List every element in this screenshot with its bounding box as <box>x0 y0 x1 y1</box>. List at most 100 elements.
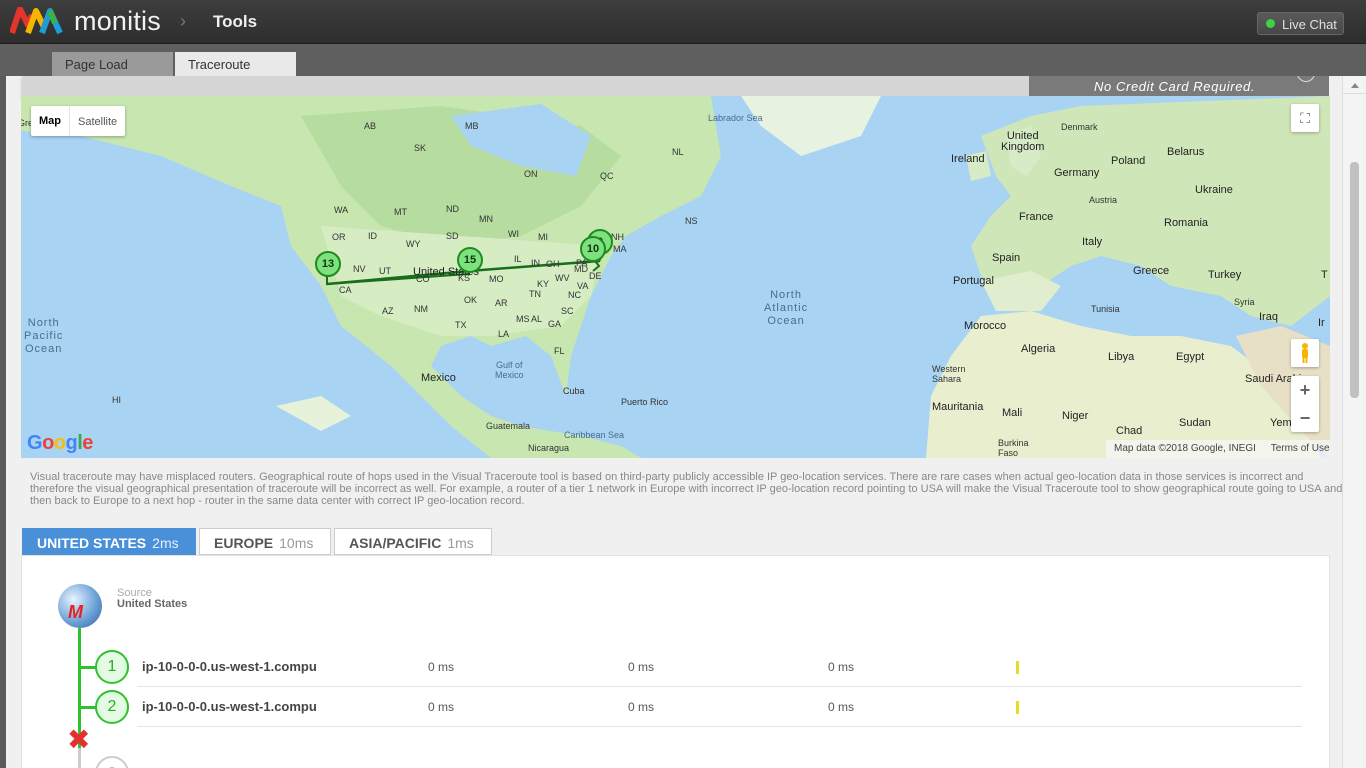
source-globe-icon: M <box>58 584 102 628</box>
map-label: Mauritania <box>932 401 984 413</box>
map-label: KS <box>458 273 471 283</box>
hop-marker[interactable]: 15 <box>457 247 483 273</box>
map-label: Greece <box>1133 265 1170 277</box>
google-logo: Google <box>27 432 93 455</box>
tab-traceroute[interactable]: Traceroute <box>175 52 296 76</box>
map-label: WI <box>508 229 519 239</box>
failed-hop-icon: ✖ <box>67 724 91 755</box>
map-label: OR <box>332 232 346 242</box>
map-label: NM <box>414 304 428 314</box>
tab-europe[interactable]: EUROPE 10ms <box>199 528 331 555</box>
hop-time-1: 0 ms <box>428 700 455 714</box>
tab-label: UNITED STATES <box>37 535 147 551</box>
live-chat-button[interactable]: Live Chat <box>1257 12 1344 35</box>
map-label: MN <box>479 214 493 224</box>
source-value: United States <box>117 598 188 610</box>
map-label: Spain <box>992 252 1021 264</box>
hop-host[interactable]: ip-10-0-0-0.us-west-1.compu <box>142 659 317 674</box>
zoom-in-button[interactable]: + <box>1291 376 1319 404</box>
google-logo-letter: g <box>65 432 78 454</box>
google-logo-letter: G <box>27 432 43 454</box>
map-label: Puerto Rico <box>621 397 669 407</box>
hop-number: 1 <box>95 650 129 684</box>
map-label: SC <box>561 306 574 316</box>
map-label: WY <box>406 239 421 249</box>
map-label: ON <box>524 169 538 179</box>
map-label: Algeria <box>1021 343 1056 355</box>
map-label: North Atlantic Ocean <box>764 289 809 327</box>
map-label: TN <box>529 289 541 299</box>
map-label: SD <box>446 231 459 241</box>
terms-of-use-link[interactable]: Terms of Use <box>1271 443 1330 454</box>
source-logo-text: M <box>68 602 83 622</box>
map-type-control: Map Satellite <box>31 106 126 136</box>
map-label: TX <box>455 320 467 330</box>
tab-label: ASIA/PACIFIC <box>349 535 442 551</box>
latency-bar <box>1016 661 1019 674</box>
map-label: North Pacific Ocean <box>24 317 64 355</box>
map-label: Belarus <box>1167 146 1205 158</box>
map-label: KY <box>537 279 550 289</box>
table-row: 1 ip-10-0-0-0.us-west-1.compu 0 ms 0 ms … <box>22 647 1331 687</box>
promo-banner: No Credit Card Required. <box>1029 76 1329 96</box>
map-label: AL <box>531 314 543 324</box>
hop-time-2: 0 ms <box>628 700 655 714</box>
map-type-satellite-button[interactable]: Satellite <box>69 106 125 136</box>
map-label: FL <box>554 346 565 356</box>
map-label: MS <box>516 314 530 324</box>
tab-latency: 2ms <box>152 535 179 551</box>
map-label: Ireland <box>951 153 985 165</box>
brand-name[interactable]: monitis <box>74 6 161 37</box>
map-type-map-button[interactable]: Map <box>31 106 69 136</box>
map-label: Sudan <box>1179 417 1211 429</box>
monitis-logo-icon[interactable] <box>10 7 64 35</box>
map-label: WV <box>555 273 570 283</box>
hop-time-2: 0 ms <box>628 660 655 674</box>
fullscreen-icon[interactable]: ⛶ <box>1291 104 1319 132</box>
map-label: Cuba <box>563 386 585 396</box>
map-attribution: Map data ©2018 Google, INEGI Terms of Us… <box>1106 440 1330 458</box>
map-label: Chad <box>1116 425 1143 437</box>
map-label: IN <box>531 258 540 268</box>
zoom-out-button[interactable]: − <box>1291 404 1319 432</box>
map-label: NC <box>568 290 581 300</box>
traceroute-disclaimer: Visual traceroute may have misplaced rou… <box>30 471 1342 507</box>
hop-marker[interactable]: 13 <box>315 251 341 277</box>
map-label: OK <box>464 295 478 305</box>
promo-close-icon[interactable] <box>1297 76 1315 82</box>
tab-latency: 1ms <box>447 535 474 551</box>
map-label: Western Sahara <box>932 364 966 384</box>
hop-connector <box>80 666 96 669</box>
hop-time-3: 0 ms <box>828 700 855 714</box>
tab-asia-pacific[interactable]: ASIA/PACIFIC 1ms <box>334 528 492 555</box>
tool-tabs: Page Load Traceroute <box>0 44 1366 76</box>
map-label: ID <box>368 231 377 241</box>
map-label: Libya <box>1108 351 1135 363</box>
map-label: Caribbean Sea <box>564 430 625 440</box>
tab-united-states[interactable]: UNITED STATES 2ms <box>22 528 196 560</box>
latency-bar <box>1016 701 1019 714</box>
hop-marker[interactable]: 10 <box>580 236 606 262</box>
map-label: Portugal <box>953 275 994 287</box>
map-label: France <box>1019 211 1054 223</box>
map-label: T <box>1321 269 1328 281</box>
traceroute-map[interactable]: Labrador Sea North Pacific Ocean North A… <box>21 96 1330 458</box>
hop-number: 2 <box>95 690 129 724</box>
map-label: Romania <box>1164 217 1209 229</box>
table-row: 2 ip-10-0-0-0.us-west-1.compu 0 ms 0 ms … <box>22 687 1331 727</box>
map-label: SK <box>414 143 427 153</box>
map-label: Labrador Sea <box>708 113 763 123</box>
tab-page-load[interactable]: Page Load <box>52 52 173 76</box>
hop-host[interactable]: ip-10-0-0-0.us-west-1.compu <box>142 699 317 714</box>
map-label: MI <box>538 232 548 242</box>
map-label: Nicaragua <box>528 443 570 453</box>
scrollbar-thumb[interactable] <box>1350 162 1359 398</box>
map-label: NL <box>672 147 684 157</box>
map-label: AZ <box>382 306 394 316</box>
scroll-up-arrow-icon[interactable] <box>1343 76 1366 94</box>
map-label: LA <box>498 329 510 339</box>
map-data-credit: Map data ©2018 Google, INEGI <box>1114 443 1256 454</box>
street-view-pegman-icon[interactable] <box>1291 339 1319 367</box>
page-scrollbar[interactable] <box>1342 76 1366 768</box>
zoom-control: + − <box>1291 376 1319 432</box>
